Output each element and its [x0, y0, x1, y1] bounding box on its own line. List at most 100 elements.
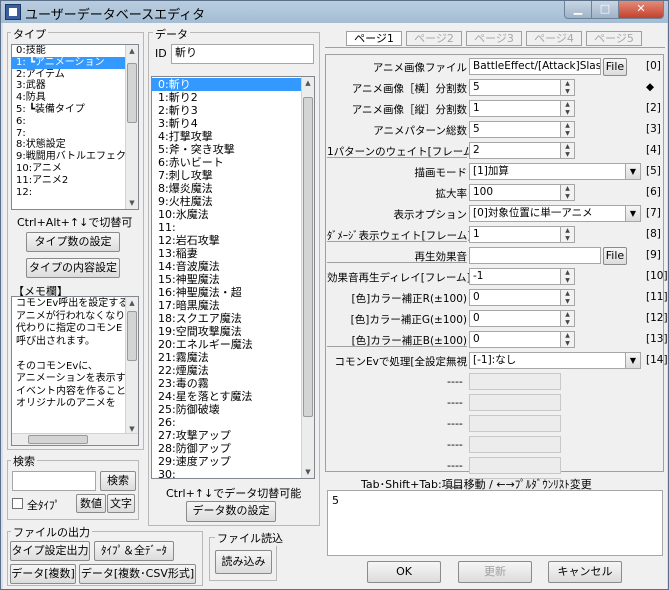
file-browse-button[interactable]: File	[603, 58, 627, 76]
cancel-button[interactable]: キャンセル	[548, 561, 622, 583]
type-count-button[interactable]: タイプ数の設定	[26, 232, 120, 252]
spin-down-icon[interactable]: ▼	[561, 151, 574, 159]
spin-up-icon[interactable]: ▲	[561, 332, 574, 340]
data-list-item[interactable]: 5:斧・突き攻撃	[152, 143, 314, 156]
spin-up-icon[interactable]: ▲	[561, 227, 574, 235]
type-list-item[interactable]: 4:防具	[12, 92, 138, 104]
chevron-down-icon[interactable]: ▼	[625, 164, 640, 179]
scroll-up-icon[interactable]: ▲	[126, 45, 138, 57]
data-list-item[interactable]: 11:	[152, 221, 314, 234]
data-list-item[interactable]: 18:スクエア魔法	[152, 312, 314, 325]
type-list-item[interactable]: 11:アニメ2	[12, 175, 138, 187]
spin-down-icon[interactable]: ▼	[561, 298, 574, 306]
scroll-up-icon[interactable]: ▲	[126, 297, 138, 309]
chevron-down-icon[interactable]: ▼	[625, 206, 640, 221]
data-list-item[interactable]: 16:神聖魔法・超	[152, 286, 314, 299]
spin-down-icon[interactable]: ▼	[561, 277, 574, 285]
number-field[interactable]: 5	[469, 79, 561, 96]
data-list-item[interactable]: 24:星を落とす魔法	[152, 390, 314, 403]
spin-down-icon[interactable]: ▼	[561, 88, 574, 96]
scroll-down-icon[interactable]: ▼	[126, 197, 138, 209]
spin-buttons[interactable]: ▲ ▼	[560, 268, 575, 285]
spin-up-icon[interactable]: ▲	[561, 185, 574, 193]
chevron-down-icon[interactable]: ▼	[625, 353, 640, 368]
type-list-item[interactable]: 12:	[12, 187, 138, 199]
edit-value-textarea[interactable]: 5	[327, 490, 663, 556]
data-list-item[interactable]: 19:空間攻撃魔法	[152, 325, 314, 338]
apply-button[interactable]: 更新	[458, 561, 532, 583]
type-content-button[interactable]: タイプの内容設定	[26, 258, 120, 278]
tab-page-4[interactable]: ページ4	[526, 31, 582, 46]
data-list-item[interactable]: 13:稲妻	[152, 247, 314, 260]
id-input[interactable]: 斬り	[171, 44, 314, 64]
spin-buttons[interactable]: ▲ ▼	[560, 100, 575, 117]
data-count-button[interactable]: データ数の設定	[186, 501, 276, 522]
data-list-item[interactable]: 1:斬り2	[152, 91, 314, 104]
data-list-item[interactable]: 4:打撃攻撃	[152, 130, 314, 143]
number-field[interactable]: 1	[469, 100, 561, 117]
text-search-button[interactable]: 文字	[107, 494, 135, 513]
number-field[interactable]: 2	[469, 142, 561, 159]
data-list-item[interactable]: 20:エネルギー魔法	[152, 338, 314, 351]
type-list-item[interactable]: 5: ┗装備タイプ	[12, 104, 138, 116]
spin-up-icon[interactable]: ▲	[561, 122, 574, 130]
number-field[interactable]: 0	[469, 331, 561, 348]
data-list[interactable]: 0:斬り 1:斬り2 2:斬り3 3:斬り4 4:打撃攻撃 5:斧・突き攻撃 6:赤いビート…	[151, 76, 315, 479]
type-list-item[interactable]: 3:武器	[12, 80, 138, 92]
numeric-search-button[interactable]: 数値	[76, 494, 106, 513]
data-list-item[interactable]: 0:斬り	[152, 78, 314, 91]
data-list-item[interactable]: 15:神聖魔法	[152, 273, 314, 286]
spin-down-icon[interactable]: ▼	[561, 319, 574, 327]
data-multi-button[interactable]: データ[複数]	[10, 564, 76, 584]
data-list-item[interactable]: 21:霧魔法	[152, 351, 314, 364]
file-path-field[interactable]	[469, 247, 601, 264]
data-list-item[interactable]: 6:赤いビート	[152, 156, 314, 169]
file-path-field[interactable]: BattleEffect/[Attack]Slash	[469, 58, 601, 75]
dropdown-select[interactable]: [1]加算 ▼	[469, 163, 641, 180]
dropdown-select[interactable]: [0]対象位置に単一アニメ ▼	[469, 205, 641, 222]
data-list-item[interactable]: 29:速度アップ	[152, 455, 314, 468]
file-browse-button[interactable]: File	[603, 247, 627, 265]
minimize-button[interactable]: ▁	[564, 1, 592, 19]
spin-buttons[interactable]: ▲ ▼	[560, 79, 575, 96]
type-list[interactable]: 0:技能 1: ┗アニメーション 2:アイテム 3:武器 4:防具 5: ┗装備タイプ 6:…	[11, 44, 139, 210]
spin-up-icon[interactable]: ▲	[561, 269, 574, 277]
spin-down-icon[interactable]: ▼	[561, 340, 574, 348]
data-csv-button[interactable]: データ[複数･CSV形式]	[79, 564, 196, 584]
data-list-item[interactable]: 23:毒の霧	[152, 377, 314, 390]
maximize-button[interactable]: □	[591, 1, 619, 19]
spin-down-icon[interactable]: ▼	[561, 235, 574, 243]
type-list-item[interactable]: 1: ┗アニメーション	[12, 56, 138, 69]
data-list-item[interactable]: 12:岩石攻撃	[152, 234, 314, 247]
number-field[interactable]: 0	[469, 289, 561, 306]
spin-buttons[interactable]: ▲ ▼	[560, 142, 575, 159]
memo-vscroll[interactable]: ▲ ▼	[125, 297, 138, 435]
data-list-scrollbar[interactable]: ▲ ▼	[301, 77, 314, 478]
type-list-item[interactable]: 9:戦闘用バトルエフェクト	[12, 151, 138, 163]
data-list-item[interactable]: 30:	[152, 468, 314, 478]
type-list-scrollbar[interactable]: ▲ ▼	[125, 45, 138, 209]
number-field[interactable]: 1	[469, 226, 561, 243]
tab-page-5[interactable]: ページ5	[586, 31, 642, 46]
search-button[interactable]: 検索	[100, 471, 136, 491]
spin-up-icon[interactable]: ▲	[561, 143, 574, 151]
spin-up-icon[interactable]: ▲	[561, 80, 574, 88]
memo-textarea[interactable]: コモンEv呼出を設定する アニメが行われなくなり、 代わりに指定のコモンE 呼び出され…	[11, 296, 139, 446]
close-button[interactable]: ✕	[618, 1, 664, 19]
data-list-item[interactable]: 27:攻撃アップ	[152, 429, 314, 442]
spin-buttons[interactable]: ▲ ▼	[560, 331, 575, 348]
scroll-thumb[interactable]	[127, 311, 137, 361]
spin-buttons[interactable]: ▲ ▼	[560, 121, 575, 138]
type-list-item[interactable]: 2:アイテム	[12, 69, 138, 81]
spin-up-icon[interactable]: ▲	[561, 101, 574, 109]
spin-buttons[interactable]: ▲ ▼	[560, 226, 575, 243]
spin-down-icon[interactable]: ▼	[561, 109, 574, 117]
data-list-item[interactable]: 10:氷魔法	[152, 208, 314, 221]
scroll-thumb[interactable]	[28, 435, 88, 444]
type-list-item[interactable]: 8:状態設定	[12, 139, 138, 151]
data-list-item[interactable]: 3:斬り4	[152, 117, 314, 130]
spin-up-icon[interactable]: ▲	[561, 311, 574, 319]
tab-page-2[interactable]: ページ2	[406, 31, 462, 46]
data-list-item[interactable]: 7:刺し攻撃	[152, 169, 314, 182]
spin-buttons[interactable]: ▲ ▼	[560, 310, 575, 327]
